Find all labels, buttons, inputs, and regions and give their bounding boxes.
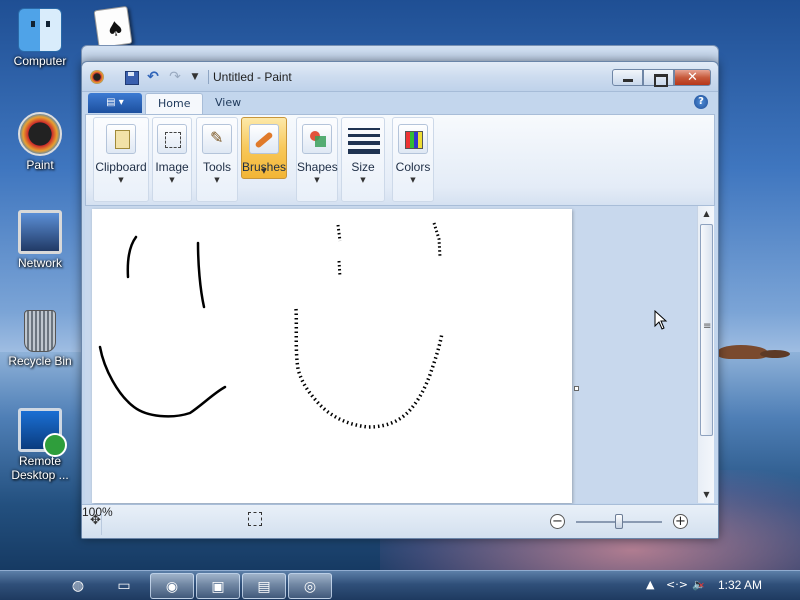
- colors-icon: [398, 124, 428, 154]
- group-label: Shapes: [297, 160, 338, 174]
- taskbar-paint-icon[interactable]: ◎: [288, 573, 332, 599]
- paint-app-icon[interactable]: [90, 70, 104, 84]
- finder-icon: [18, 8, 62, 52]
- tools-icon: [202, 124, 232, 154]
- group-label: Image: [155, 160, 189, 174]
- brushes-icon: [249, 124, 279, 154]
- minimize-button[interactable]: [612, 69, 643, 86]
- scroll-down-icon[interactable]: ▼: [698, 487, 715, 503]
- paint-window: ↶ ↷ ▼ Untitled - Paint ✕ ▤ ▾ Home View ?…: [81, 61, 719, 539]
- canvas-resize-handle[interactable]: [574, 386, 579, 391]
- desktop-icon-label: Remote Desktop ...: [11, 454, 69, 482]
- desktop-icon-network[interactable]: Network: [3, 210, 77, 270]
- chevron-down-icon: ▼: [410, 176, 416, 184]
- tab-home[interactable]: Home: [145, 93, 204, 115]
- solitaire-cards-icon[interactable]: ♠: [93, 5, 133, 49]
- ribbon-group-clipboard[interactable]: Clipboard ▼: [93, 117, 149, 202]
- selection-size-icon: [248, 512, 262, 526]
- scroll-thumb[interactable]: [700, 224, 713, 436]
- canvas-workspace: [85, 206, 697, 503]
- taskbar: ◍ ▭ ◉ ▣ ▤ ◎ ▲ <·> 🔈 1:32 AM: [0, 570, 800, 600]
- desktop-icon-recycle-bin[interactable]: Recycle Bin: [3, 310, 77, 368]
- remote-desktop-icon: [18, 408, 67, 457]
- zoom-slider-thumb[interactable]: [615, 514, 623, 529]
- ribbon-group-tools[interactable]: Tools ▼: [196, 117, 238, 202]
- shapes-icon: [302, 124, 332, 154]
- move-cursor-icon: ✥: [90, 513, 102, 535]
- scroll-up-icon[interactable]: ▲: [698, 206, 715, 222]
- chevron-down-icon: ▼: [214, 176, 220, 184]
- ribbon-group-colors[interactable]: Colors ▼: [392, 117, 434, 202]
- ribbon-group-brushes[interactable]: Brushes ▼: [241, 117, 287, 179]
- tab-view[interactable]: View: [203, 93, 253, 115]
- paint-icon: [18, 112, 62, 156]
- tray-expand-icon[interactable]: ▲: [646, 578, 654, 591]
- desktop-icon-label: Network: [17, 256, 62, 270]
- chevron-down-icon: ▼: [360, 176, 366, 184]
- group-label: Clipboard: [95, 160, 147, 174]
- group-label: Tools: [202, 160, 231, 174]
- status-bar: ✥ 100% − +: [82, 504, 718, 538]
- desktop-icon-computer[interactable]: Computer: [3, 8, 77, 68]
- customize-icon[interactable]: ▼: [186, 68, 204, 86]
- desktop-icon-label: Computer: [13, 54, 67, 68]
- file-menu-button[interactable]: ▤ ▾: [88, 93, 142, 113]
- chevron-down-icon: ▼: [261, 167, 267, 175]
- save-icon[interactable]: [122, 68, 140, 86]
- zoom-in-button[interactable]: +: [673, 514, 688, 529]
- ribbon-group-image[interactable]: Image ▼: [152, 117, 192, 202]
- ribbon: Clipboard ▼ Image ▼ Tools ▼ Brushes ▼ Sh…: [85, 114, 715, 206]
- undo-icon[interactable]: ↶: [144, 68, 162, 86]
- window-title: Untitled - Paint: [213, 70, 292, 84]
- title-bar[interactable]: ↶ ↷ ▼ Untitled - Paint ✕: [82, 62, 718, 92]
- maximize-button[interactable]: [643, 69, 674, 87]
- title-separator: [208, 70, 209, 84]
- chevron-down-icon: ▼: [314, 176, 320, 184]
- desktop-icon-label: Paint: [26, 158, 54, 172]
- desktop-icon-label: Recycle Bin: [8, 354, 72, 368]
- chevron-down-icon: ▼: [118, 176, 124, 184]
- redo-icon[interactable]: ↷: [166, 68, 184, 86]
- zoom-out-button[interactable]: −: [550, 514, 565, 529]
- recycle-bin-icon: [24, 310, 56, 352]
- image-select-icon: [157, 124, 187, 154]
- taskbar-remote-icon[interactable]: ▤: [242, 573, 286, 599]
- apple-menu-icon[interactable]: [8, 573, 44, 599]
- taskbar-search-icon[interactable]: ◉: [150, 573, 194, 599]
- taskbar-browser-icon[interactable]: ◍: [56, 573, 100, 599]
- vertical-scrollbar[interactable]: ▲ ▼: [697, 206, 714, 503]
- group-label: Colors: [395, 160, 431, 174]
- tray-network-icon[interactable]: <·>: [666, 578, 688, 591]
- tray-volume-muted-icon[interactable]: 🔈: [692, 578, 706, 591]
- taskbar-folder-icon[interactable]: ▭: [102, 573, 146, 599]
- drawing-canvas[interactable]: [92, 209, 572, 503]
- size-icon: [348, 128, 380, 158]
- desktop-icon-remote-desktop[interactable]: Remote Desktop ...: [3, 408, 77, 482]
- chevron-down-icon: ▼: [169, 176, 175, 184]
- ribbon-group-size[interactable]: Size ▼: [341, 117, 385, 202]
- taskbar-monitor-icon[interactable]: ▣: [196, 573, 240, 599]
- clipboard-icon: [106, 124, 136, 154]
- ribbon-group-shapes[interactable]: Shapes ▼: [296, 117, 338, 202]
- close-button[interactable]: ✕: [674, 69, 711, 86]
- desktop-rocks-small: [760, 350, 790, 358]
- mouse-pointer-icon: [654, 310, 668, 330]
- clock[interactable]: 1:32 AM: [718, 578, 762, 592]
- help-icon[interactable]: ?: [694, 95, 708, 109]
- desktop-icon-paint[interactable]: Paint: [3, 112, 77, 172]
- ribbon-tabs: ▤ ▾ Home View ?: [82, 92, 718, 115]
- network-icon: [18, 210, 62, 254]
- canvas-drawing: [98, 222, 444, 429]
- group-label: Size: [351, 160, 375, 174]
